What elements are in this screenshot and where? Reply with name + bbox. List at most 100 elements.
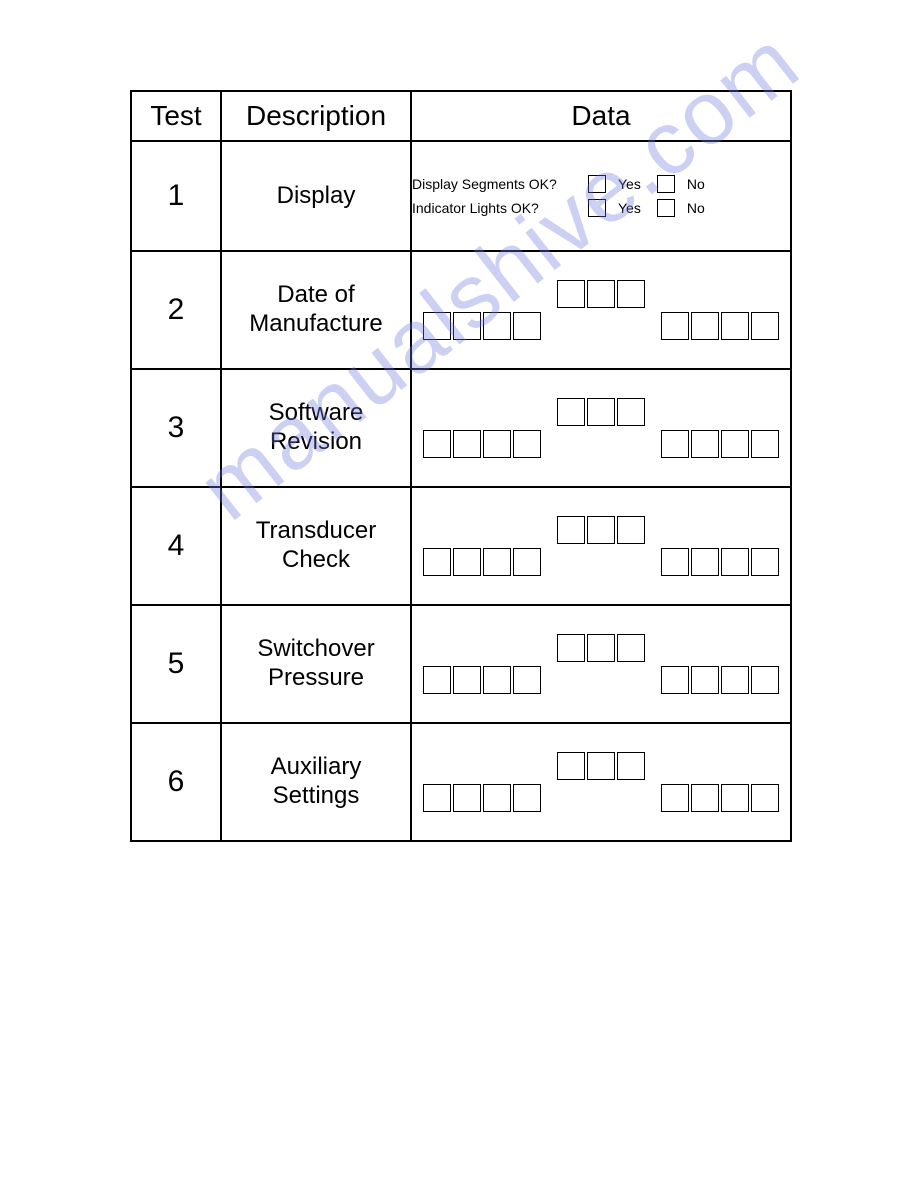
boxes-bottom	[412, 312, 790, 340]
entry-box[interactable]	[557, 634, 585, 662]
box-group	[556, 398, 646, 426]
box-group	[556, 752, 646, 780]
entry-box[interactable]	[513, 666, 541, 694]
entry-box[interactable]	[691, 430, 719, 458]
entry-box[interactable]	[423, 312, 451, 340]
header-description: Description	[221, 91, 411, 141]
test-data	[411, 723, 791, 841]
entry-box[interactable]	[557, 752, 585, 780]
box-group	[422, 430, 542, 458]
entry-box[interactable]	[721, 666, 749, 694]
box-group	[422, 784, 542, 812]
box-group	[422, 548, 542, 576]
entry-box[interactable]	[557, 516, 585, 544]
entry-box[interactable]	[751, 312, 779, 340]
no-label: No	[687, 200, 705, 216]
boxes-bottom	[412, 666, 790, 694]
entry-box[interactable]	[617, 398, 645, 426]
test-number: 3	[131, 369, 221, 487]
entry-box[interactable]	[453, 666, 481, 694]
table-header-row: Test Description Data	[131, 91, 791, 141]
entry-box[interactable]	[513, 548, 541, 576]
entry-box[interactable]	[661, 548, 689, 576]
entry-box[interactable]	[751, 430, 779, 458]
entry-box[interactable]	[453, 430, 481, 458]
entry-box[interactable]	[661, 784, 689, 812]
box-group	[660, 312, 780, 340]
table-row: 1DisplayDisplay Segments OK?YesNoIndicat…	[131, 141, 791, 251]
yesno-row: Indicator Lights OK? Yes No	[412, 199, 790, 217]
entry-box[interactable]	[483, 430, 511, 458]
entry-box[interactable]	[751, 666, 779, 694]
yesno-label: Indicator Lights OK?	[412, 200, 572, 216]
test-data	[411, 487, 791, 605]
entry-box[interactable]	[617, 516, 645, 544]
table-row: 6AuxiliarySettings	[131, 723, 791, 841]
test-number: 2	[131, 251, 221, 369]
entry-box[interactable]	[423, 666, 451, 694]
entry-box[interactable]	[691, 548, 719, 576]
test-table: Test Description Data 1DisplayDisplay Se…	[130, 90, 792, 842]
entry-box[interactable]	[513, 430, 541, 458]
entry-box[interactable]	[587, 280, 615, 308]
checkbox-no[interactable]	[657, 199, 675, 217]
entry-box[interactable]	[453, 784, 481, 812]
entry-box[interactable]	[483, 784, 511, 812]
test-description: TransducerCheck	[221, 487, 411, 605]
entry-box[interactable]	[751, 548, 779, 576]
test-description: SwitchoverPressure	[221, 605, 411, 723]
boxes-top	[412, 752, 790, 780]
entry-box[interactable]	[453, 312, 481, 340]
test-data	[411, 369, 791, 487]
entry-box[interactable]	[557, 398, 585, 426]
entry-box[interactable]	[513, 784, 541, 812]
entry-box[interactable]	[617, 634, 645, 662]
entry-box[interactable]	[483, 312, 511, 340]
boxes-top	[412, 280, 790, 308]
entry-box[interactable]	[721, 430, 749, 458]
entry-box[interactable]	[513, 312, 541, 340]
checkbox-yes[interactable]	[588, 199, 606, 217]
yes-label: Yes	[618, 176, 641, 192]
entry-box[interactable]	[691, 784, 719, 812]
entry-box[interactable]	[661, 430, 689, 458]
box-group	[660, 548, 780, 576]
checkbox-no[interactable]	[657, 175, 675, 193]
entry-box[interactable]	[691, 312, 719, 340]
box-group	[422, 666, 542, 694]
entry-box[interactable]	[721, 784, 749, 812]
entry-box[interactable]	[617, 280, 645, 308]
entry-box[interactable]	[483, 666, 511, 694]
entry-box[interactable]	[423, 430, 451, 458]
entry-box[interactable]	[483, 548, 511, 576]
entry-box[interactable]	[453, 548, 481, 576]
entry-box[interactable]	[587, 752, 615, 780]
entry-box[interactable]	[691, 666, 719, 694]
entry-box[interactable]	[557, 280, 585, 308]
entry-box[interactable]	[721, 548, 749, 576]
entry-box[interactable]	[751, 784, 779, 812]
entry-box[interactable]	[617, 752, 645, 780]
boxes-top	[412, 634, 790, 662]
box-group	[422, 312, 542, 340]
entry-box[interactable]	[661, 312, 689, 340]
boxes-top	[412, 398, 790, 426]
test-description: SoftwareRevision	[221, 369, 411, 487]
entry-box[interactable]	[587, 516, 615, 544]
entry-box[interactable]	[423, 784, 451, 812]
entry-box[interactable]	[587, 634, 615, 662]
entry-box[interactable]	[587, 398, 615, 426]
entry-box[interactable]	[661, 666, 689, 694]
test-data	[411, 605, 791, 723]
table-row: 5SwitchoverPressure	[131, 605, 791, 723]
checkbox-yes[interactable]	[588, 175, 606, 193]
boxes-bottom	[412, 430, 790, 458]
test-description: AuxiliarySettings	[221, 723, 411, 841]
entry-box[interactable]	[721, 312, 749, 340]
no-label: No	[687, 176, 705, 192]
yes-label: Yes	[618, 200, 641, 216]
box-group	[556, 516, 646, 544]
entry-box[interactable]	[423, 548, 451, 576]
boxes-bottom	[412, 548, 790, 576]
header-data: Data	[411, 91, 791, 141]
